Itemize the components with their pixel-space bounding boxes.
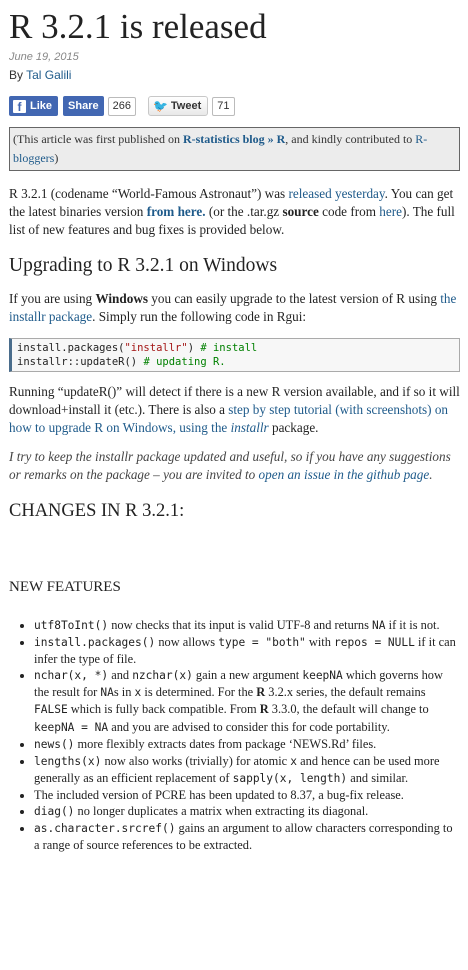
source-bold: source — [282, 204, 319, 219]
code: ) — [187, 342, 201, 354]
text: now also works (trivially) for atomic — [101, 753, 291, 768]
code: installr::updateR() — [17, 356, 144, 368]
facebook-share-button[interactable]: Share — [63, 96, 104, 116]
article-byline: By Tal Galili — [9, 68, 460, 82]
notice-text: (This article was first published on — [13, 132, 183, 146]
code: as.character.srcref() — [34, 822, 176, 836]
code: install.packages( — [17, 342, 125, 354]
code-line-2: installr::updateR() # updating R. — [17, 355, 454, 369]
text: now allows — [155, 635, 219, 650]
list-item: lengths(x) now also works (trivially) fo… — [34, 753, 460, 787]
text: . — [429, 467, 433, 482]
text: and similar. — [347, 770, 409, 785]
code: type = "both" — [218, 636, 306, 650]
code: repos = NULL — [334, 636, 415, 650]
tweet-label: Tweet — [170, 100, 202, 112]
text: and — [108, 668, 133, 683]
upgrading-paragraph: If you are using Windows you can easily … — [9, 290, 460, 326]
twitter-bird-icon: 🐦 — [152, 99, 168, 113]
share-count: 266 — [107, 96, 136, 116]
code: lengths(x) — [34, 754, 102, 768]
code: diag() — [34, 805, 75, 819]
text: s in — [113, 685, 135, 700]
bold: R — [256, 685, 266, 700]
bold: R — [259, 702, 269, 717]
code: nzchar(x) — [132, 669, 193, 683]
text: (or the .tar.gz — [205, 204, 283, 219]
binaries-link[interactable]: from here. — [147, 204, 206, 219]
social-bar: f Like Share 266 🐦 Tweet 71 — [9, 96, 460, 116]
code-comment: # install — [200, 342, 258, 354]
text: with — [305, 635, 335, 650]
text: no longer duplicates a matrix when extra… — [74, 804, 369, 819]
code: utf8ToInt() — [34, 619, 109, 632]
code: keepNA — [302, 669, 343, 683]
upgrading-heading: Upgrading to R 3.2.1 on Windows — [9, 255, 278, 276]
text: code from — [318, 204, 380, 219]
text: and you are advised to consider this for… — [108, 719, 390, 734]
features-list: utf8ToInt() now checks that its input is… — [9, 617, 460, 853]
code: NA — [100, 686, 114, 700]
list-item: The included version of PCRE has been up… — [34, 787, 460, 803]
code: NA — [372, 619, 386, 632]
intro-paragraph: R 3.2.1 (codename “World-Famous Astronau… — [9, 185, 460, 239]
text: 3.3.0, the default will change to — [268, 702, 429, 717]
text: if it is not. — [385, 618, 440, 632]
list-item: utf8ToInt() now checks that its input is… — [34, 617, 460, 634]
blog-link[interactable]: R-statistics blog » R — [183, 132, 285, 146]
text: . Simply run the following code in Rgui: — [92, 309, 307, 324]
tweet-count: 71 — [212, 96, 235, 116]
text: 3.2.x series, the default remains — [265, 685, 426, 700]
text: R 3.2.1 (codename “World-Famous Astronau… — [9, 186, 289, 201]
list-item: as.character.srcref() gains an argument … — [34, 820, 460, 853]
tweet-button[interactable]: 🐦 Tweet — [147, 96, 209, 116]
text: package. — [268, 420, 319, 435]
code-block[interactable]: install.packages("installr") # install i… — [9, 338, 460, 372]
text: If you are using — [9, 291, 96, 306]
article: R 3.2.1 is released June 19, 2015 By Tal… — [0, 0, 468, 853]
text: The included version of PCRE has been up… — [34, 787, 404, 802]
article-date: June 19, 2015 — [9, 51, 79, 63]
running-paragraph: Running “updateR()” will detect if there… — [9, 383, 460, 437]
code: install.packages() — [34, 636, 156, 650]
text: now checks that its input is valid UTF-8… — [108, 618, 373, 632]
list-item: nchar(x, *) and nzchar(x) gain a new arg… — [34, 667, 460, 735]
author-link[interactable]: Tal Galili — [26, 68, 71, 82]
text: which is fully back compatible. From — [67, 702, 260, 717]
text: gain a new argument — [192, 668, 303, 683]
code-comment: # updating R. — [143, 356, 226, 368]
notice-text: , and kindly contributed to — [285, 132, 416, 146]
notice-text: ) — [54, 151, 59, 165]
github-issue-link[interactable]: open an issue in the github page — [259, 467, 430, 482]
released-link[interactable]: released yesterday — [288, 186, 384, 201]
code: keepNA = NA — [34, 720, 109, 734]
list-item: install.packages() now allows type = "bo… — [34, 634, 460, 667]
facebook-like-button[interactable]: f Like — [9, 96, 59, 116]
code: news() — [34, 737, 75, 751]
new-features-heading: NEW FEATURES — [9, 579, 121, 595]
text: you can easily upgrade to the latest ver… — [147, 291, 441, 306]
changes-heading: CHANGES IN R 3.2.1: — [9, 501, 185, 521]
article-title: R 3.2.1 is released — [9, 7, 267, 46]
text: more flexibly extracts dates from packag… — [74, 736, 377, 751]
list-item: news() more flexibly extracts dates from… — [34, 736, 460, 753]
text: installr — [230, 420, 269, 435]
windows-bold: Windows — [95, 291, 148, 306]
facebook-icon: f — [13, 99, 26, 114]
code-line-1: install.packages("installr") # install — [17, 341, 454, 355]
code: sapply(x, length) — [232, 771, 348, 785]
syndication-notice: (This article was first published on R-s… — [9, 127, 460, 171]
byline-prefix: By — [9, 68, 27, 82]
list-item: diag() no longer duplicates a matrix whe… — [34, 803, 460, 820]
code: FALSE — [34, 703, 68, 717]
code: nchar(x, *) — [34, 669, 109, 683]
like-label: Like — [30, 100, 53, 112]
suggestions-paragraph: I try to keep the installr package updat… — [9, 448, 460, 484]
source-link[interactable]: here — [379, 204, 402, 219]
text: is determined. For the — [141, 685, 257, 700]
code-string: "installr" — [124, 342, 188, 354]
